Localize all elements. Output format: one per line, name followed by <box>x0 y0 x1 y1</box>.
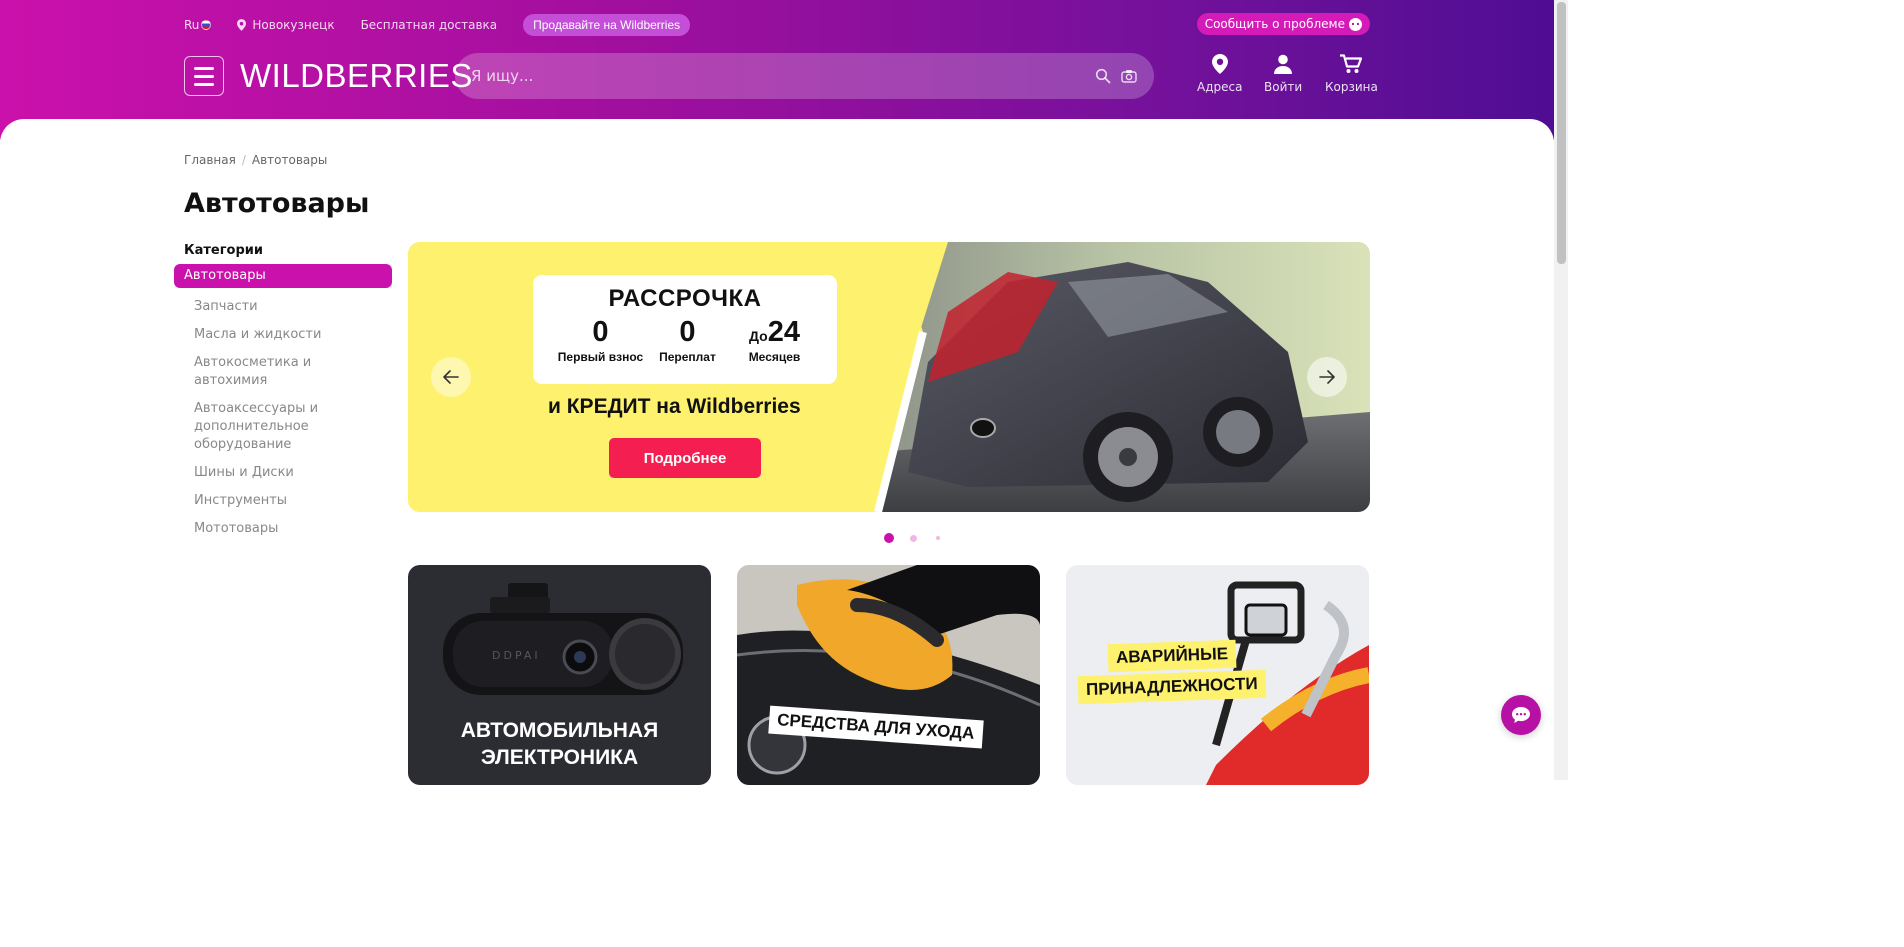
catalog-menu-button[interactable] <box>184 56 224 96</box>
arrow-left-icon <box>443 370 459 384</box>
term-label: Переплат <box>659 350 716 364</box>
nav-addresses[interactable]: Адреса <box>1197 54 1242 94</box>
nav-login[interactable]: Войти <box>1264 54 1302 94</box>
credit-subtitle: и КРЕДИТ на Wildberries <box>548 395 801 418</box>
term-down-payment: 0 Первый взнос <box>557 317 644 363</box>
carousel-prev-button[interactable] <box>431 357 471 397</box>
camera-search-icon[interactable] <box>1121 68 1137 84</box>
tile-title-line1: АВАРИЙНЫЕ <box>1107 639 1237 673</box>
city-label: Новокузнецк <box>252 18 335 32</box>
term-months: До24 Месяцев <box>731 317 818 363</box>
carousel-dot[interactable] <box>910 534 917 542</box>
sidebar-item[interactable]: Масла и жидкости <box>194 326 374 344</box>
sell-on-wildberries-button[interactable]: Продавайте на Wildberries <box>523 14 691 36</box>
promo-banner[interactable]: РАССРОЧКА 0 Первый взнос 0 Переплат До24… <box>408 242 1370 512</box>
support-chat-button[interactable] <box>1501 695 1541 735</box>
more-details-button[interactable]: Подробнее <box>609 438 761 478</box>
report-problem-label: Сообщить о проблеме <box>1204 17 1345 31</box>
search-bar <box>455 53 1154 99</box>
term-value: 24 <box>767 316 800 348</box>
arrow-right-icon <box>1319 370 1335 384</box>
tile-title: АВТОМОБИЛЬНАЯ ЭЛЕКТРОНИКА <box>460 719 659 769</box>
term-label: Первый взнос <box>557 350 644 364</box>
hamburger-icon-bar <box>194 82 214 86</box>
russia-flag-icon <box>201 20 212 30</box>
carousel-next-button[interactable] <box>1307 357 1347 397</box>
installment-terms: 0 Первый взнос 0 Переплат До24 Месяцев <box>557 317 818 363</box>
term-prefix: До <box>749 328 768 344</box>
dashcam-brand: DDPAI <box>492 649 541 662</box>
page-title: Автотовары <box>184 188 370 219</box>
chat-bubble-icon <box>1349 17 1362 31</box>
sidebar-item-active[interactable]: Автотовары <box>174 264 392 288</box>
carousel-pagination <box>884 533 940 543</box>
wildberries-logo[interactable]: WILDBERRIES <box>240 57 473 95</box>
scrollbar-thumb[interactable] <box>1557 2 1566 264</box>
sidebar-item[interactable]: Автокосметика и автохимия <box>194 354 374 390</box>
shopping-cart-icon <box>1340 54 1363 73</box>
hamburger-icon-bar <box>194 66 214 70</box>
term-label: Месяцев <box>748 350 801 364</box>
term-value: 0 <box>679 316 696 348</box>
sidebar-item[interactable]: Шины и Диски <box>194 464 374 482</box>
page-scrollbar[interactable] <box>1554 0 1568 780</box>
carousel-dot[interactable] <box>936 536 940 540</box>
installment-box: РАССРОЧКА 0 Первый взнос 0 Переплат До24… <box>533 275 837 384</box>
tile-car-care[interactable]: СРЕДСТВА ДЛЯ УХОДА <box>737 565 1040 785</box>
chat-icon <box>1512 707 1530 723</box>
installment-title: РАССРОЧКА <box>608 285 762 312</box>
language-selector[interactable]: Ru <box>184 18 212 32</box>
user-icon <box>1274 54 1293 74</box>
top-bar: Ru Новокузнецк Бесплатная доставка Прода… <box>184 13 1370 37</box>
report-problem-button[interactable]: Сообщить о проблеме <box>1196 13 1370 35</box>
sidebar-item[interactable]: Мототовары <box>194 520 374 538</box>
nav-cart-label: Корзина <box>1325 80 1378 94</box>
breadcrumb-current[interactable]: Автотовары <box>252 153 327 167</box>
sidebar-item[interactable]: Инструменты <box>194 492 374 510</box>
tile-car-electronics[interactable]: АВТОМОБИЛЬНАЯ ЭЛЕКТРОНИКА DDPAI <box>408 565 711 785</box>
search-icon[interactable] <box>1095 68 1111 84</box>
sidebar-title: Категории <box>184 243 263 258</box>
free-delivery-label: Бесплатная доставка <box>360 18 498 32</box>
search-input[interactable] <box>471 53 1071 99</box>
car-care-image <box>737 565 1040 785</box>
category-sidebar: Категории Автотовары Запчасти Масла и жи… <box>174 243 392 538</box>
main-content: Главная / Автотовары Автотовары Категории … <box>0 119 1554 785</box>
breadcrumb: Главная / Автотовары <box>184 153 327 167</box>
nav-login-label: Войти <box>1264 80 1303 94</box>
breadcrumb-separator: / <box>241 153 246 167</box>
nav-addresses-label: Адреса <box>1197 80 1243 94</box>
tile-emergency[interactable]: АВАРИЙНЫЕ ПРИНАДЛЕЖНОСТИ <box>1066 565 1369 785</box>
city-selector[interactable]: Новокузнецк <box>237 18 335 32</box>
nav-cart[interactable]: Корзина <box>1325 54 1378 94</box>
breadcrumb-home[interactable]: Главная <box>184 153 236 167</box>
location-pin-icon <box>237 19 247 31</box>
language-label: Ru <box>184 18 200 32</box>
sidebar-item[interactable]: Автоаксессуары и дополнительное оборудов… <box>194 400 374 454</box>
carousel-dot[interactable] <box>884 533 894 543</box>
hamburger-icon-bar <box>194 74 214 78</box>
term-value: 0 <box>592 316 609 348</box>
term-overpayment: 0 Переплат <box>644 317 731 363</box>
sidebar-item[interactable]: Запчасти <box>194 298 374 316</box>
location-pin-icon <box>1211 54 1228 74</box>
free-delivery-link[interactable]: Бесплатная доставка <box>361 18 498 32</box>
